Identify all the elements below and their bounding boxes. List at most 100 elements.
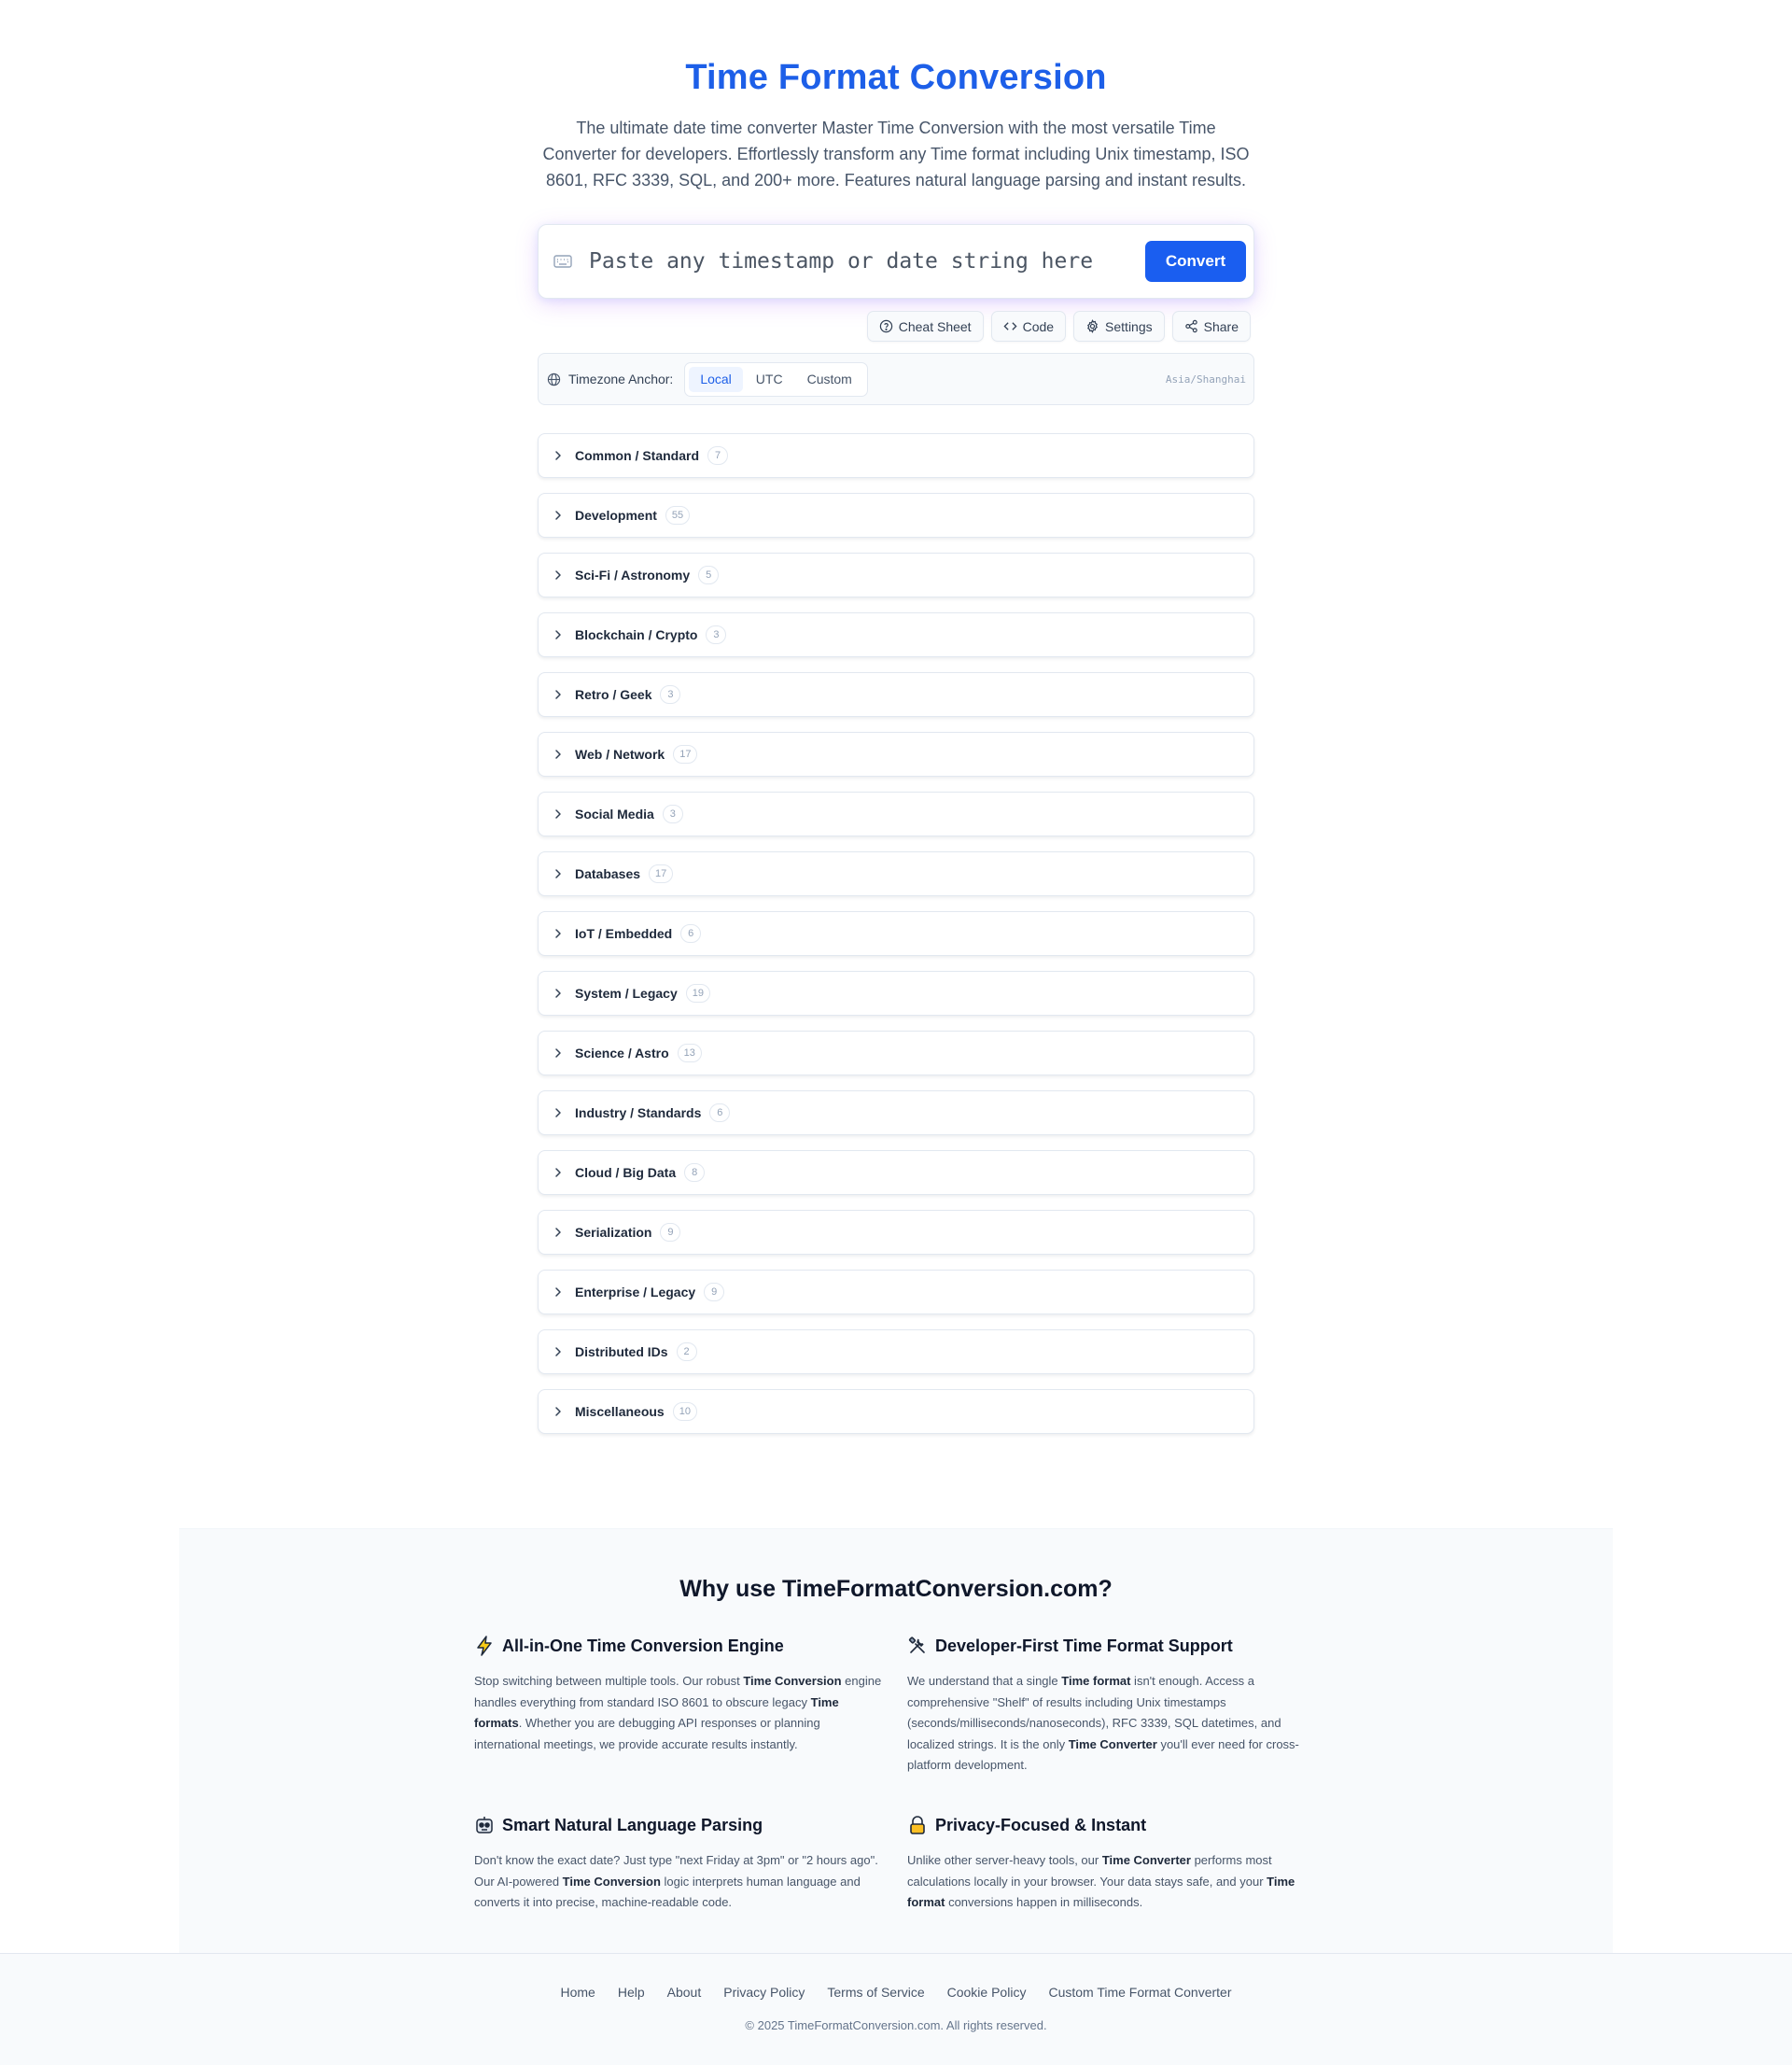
category-count: 55 (665, 506, 691, 525)
footer-link[interactable]: Custom Time Format Converter (1048, 1985, 1231, 2000)
category-count: 17 (673, 745, 698, 764)
gear-icon (1087, 319, 1099, 333)
category-label: Sci-Fi / Astronomy (575, 568, 691, 583)
footer-link[interactable]: Help (618, 1985, 645, 2000)
category-accordion[interactable]: Science / Astro 13 (538, 1031, 1254, 1075)
category-count: 2 (676, 1342, 697, 1361)
feature-card: Smart Natural Language Parsing Don't kno… (474, 1814, 907, 1914)
category-accordion[interactable]: Web / Network 17 (538, 732, 1254, 777)
feature-card: All-in-One Time Conversion Engine Stop s… (474, 1635, 907, 1777)
category-label: Common / Standard (575, 448, 700, 463)
category-count: 13 (677, 1044, 702, 1062)
category-accordion[interactable]: Databases 17 (538, 851, 1254, 896)
timezone-anchor: Timezone Anchor: (547, 372, 673, 386)
chevron-right-icon (555, 630, 561, 639)
footer-link[interactable]: Home (560, 1985, 595, 2000)
category-accordion[interactable]: Enterprise / Legacy 9 (538, 1270, 1254, 1314)
timezone-option-local[interactable]: Local (689, 366, 743, 392)
category-count: 8 (684, 1163, 706, 1182)
category-count: 3 (706, 625, 727, 644)
category-label: System / Legacy (575, 986, 678, 1001)
category-accordion[interactable]: Retro / Geek 3 (538, 672, 1254, 717)
category-count: 7 (707, 446, 729, 465)
timestamp-input[interactable] (573, 249, 1145, 274)
category-label: Development (575, 508, 657, 523)
feature-title: Smart Natural Language Parsing (502, 1815, 763, 1834)
category-label: Miscellaneous (575, 1404, 665, 1419)
code-button[interactable]: Code (990, 311, 1067, 342)
footer-link[interactable]: Privacy Policy (723, 1985, 805, 2000)
tools-icon (907, 1636, 928, 1656)
category-accordion[interactable]: IoT / Embedded 6 (538, 911, 1254, 956)
category-label: Science / Astro (575, 1046, 669, 1061)
timezone-option-utc[interactable]: UTC (745, 367, 794, 392)
chevron-right-icon (555, 1347, 561, 1356)
chevron-right-icon (555, 1407, 561, 1416)
category-accordion[interactable]: Cloud / Big Data 8 (538, 1150, 1254, 1195)
category-count: 19 (685, 984, 710, 1003)
feature-text: We understand that a single Time format … (907, 1674, 1299, 1773)
category-label: Social Media (575, 807, 654, 822)
category-count: 3 (662, 805, 683, 823)
settings-button[interactable]: Settings (1073, 311, 1165, 342)
category-count: 3 (660, 685, 681, 704)
category-count: 9 (660, 1223, 681, 1242)
category-accordion[interactable]: Common / Standard 7 (538, 433, 1254, 478)
lightning-icon (474, 1636, 495, 1656)
category-label: Distributed IDs (575, 1344, 668, 1359)
category-accordion[interactable]: Serialization 9 (538, 1210, 1254, 1255)
category-accordion[interactable]: Social Media 3 (538, 792, 1254, 836)
feature-text: Don't know the exact date? Just type "ne… (474, 1852, 878, 1910)
share-label: Share (1203, 318, 1239, 334)
category-count: 10 (672, 1402, 697, 1421)
category-accordion[interactable]: Industry / Standards 6 (538, 1090, 1254, 1135)
code-icon (1003, 322, 1017, 330)
footer-links: Home Help About Privacy Policy Terms of Serv… (0, 1985, 1792, 2000)
category-accordion[interactable]: System / Legacy 19 (538, 971, 1254, 1016)
keyboard-icon (553, 251, 573, 272)
feature-card: Developer-First Time Format Support We u… (907, 1635, 1318, 1777)
chevron-right-icon (555, 1048, 561, 1058)
chevron-right-icon (555, 570, 561, 580)
footer-link[interactable]: Terms of Service (827, 1985, 924, 2000)
footer-link[interactable]: Cookie Policy (947, 1985, 1027, 2000)
chevron-right-icon (555, 1228, 561, 1237)
footer-link[interactable]: About (667, 1985, 702, 2000)
cheat-sheet-button[interactable]: Cheat Sheet (866, 311, 984, 342)
category-label: Retro / Geek (575, 687, 652, 702)
chevron-right-icon (555, 929, 561, 938)
category-label: Enterprise / Legacy (575, 1285, 696, 1299)
chevron-right-icon (555, 1287, 561, 1297)
code-label: Code (1022, 318, 1055, 334)
chevron-right-icon (555, 750, 561, 759)
category-count: 9 (704, 1283, 725, 1301)
category-label: Databases (575, 866, 641, 881)
feature-grid: All-in-One Time Conversion Engine Stop s… (474, 1635, 1318, 1914)
why-title: Why use TimeFormatConversion.com? (679, 1576, 1113, 1602)
category-accordion[interactable]: Distributed IDs 2 (538, 1329, 1254, 1374)
category-label: Web / Network (575, 747, 665, 762)
globe-icon (547, 372, 561, 386)
category-accordion[interactable]: Development 55 (538, 493, 1254, 538)
share-icon (1184, 319, 1197, 333)
chevron-right-icon (555, 869, 561, 878)
convert-button[interactable]: Convert (1145, 241, 1246, 282)
chevron-right-icon (555, 1108, 561, 1117)
chevron-right-icon (555, 989, 561, 998)
category-label: Industry / Standards (575, 1105, 702, 1120)
category-label: Serialization (575, 1225, 652, 1240)
timezone-bar: Timezone Anchor: Local UTC Custom Asia/S… (538, 353, 1254, 405)
toolbar: Cheat Sheet Code Settings Share (538, 311, 1254, 342)
category-accordion[interactable]: Blockchain / Crypto 3 (538, 612, 1254, 657)
category-accordion[interactable]: Miscellaneous 10 (538, 1389, 1254, 1434)
timezone-option-custom[interactable]: Custom (796, 367, 863, 392)
share-button[interactable]: Share (1171, 311, 1251, 342)
robot-icon (474, 1815, 495, 1835)
category-count: 5 (698, 566, 720, 584)
feature-title: Privacy-Focused & Instant (935, 1815, 1147, 1834)
timezone-label: Timezone Anchor: (568, 372, 674, 386)
settings-label: Settings (1105, 318, 1153, 334)
category-label: IoT / Embedded (575, 926, 673, 941)
chevron-right-icon (555, 690, 561, 699)
category-accordion[interactable]: Sci-Fi / Astronomy 5 (538, 553, 1254, 597)
